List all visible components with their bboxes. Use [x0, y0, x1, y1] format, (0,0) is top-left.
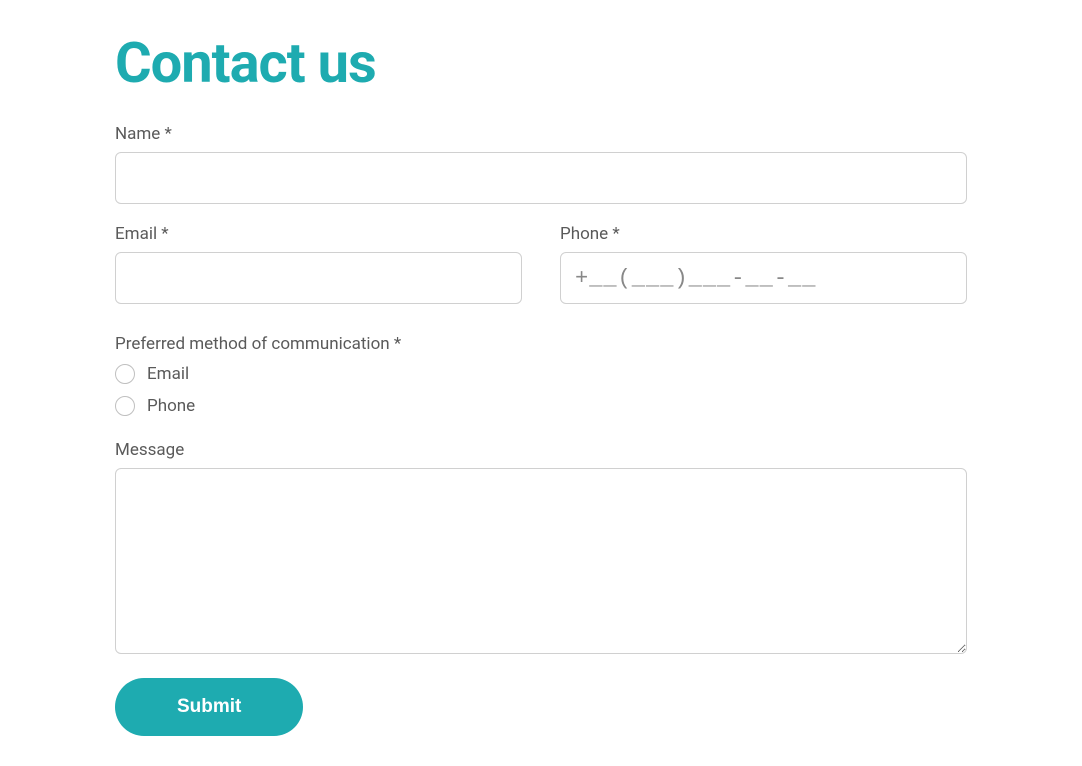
- email-input[interactable]: [115, 252, 522, 304]
- page-title: Contact us: [115, 30, 967, 96]
- name-label: Name *: [115, 124, 967, 144]
- preferred-method-legend: Preferred method of communication *: [115, 334, 967, 354]
- radio-icon: [115, 396, 135, 416]
- message-textarea[interactable]: [115, 468, 967, 654]
- radio-icon: [115, 364, 135, 384]
- radio-option-email[interactable]: Email: [115, 364, 967, 384]
- name-input[interactable]: [115, 152, 967, 204]
- message-label: Message: [115, 440, 967, 460]
- message-group: Message: [115, 440, 967, 654]
- radio-label-email: Email: [147, 364, 189, 384]
- phone-group: Phone *: [560, 224, 967, 304]
- preferred-method-group: Preferred method of communication * Emai…: [115, 334, 967, 416]
- submit-button[interactable]: Submit: [115, 678, 303, 736]
- phone-input[interactable]: [560, 252, 967, 304]
- name-group: Name *: [115, 124, 967, 204]
- phone-label: Phone *: [560, 224, 967, 244]
- email-group: Email *: [115, 224, 522, 304]
- email-label: Email *: [115, 224, 522, 244]
- radio-option-phone[interactable]: Phone: [115, 396, 967, 416]
- radio-label-phone: Phone: [147, 396, 195, 416]
